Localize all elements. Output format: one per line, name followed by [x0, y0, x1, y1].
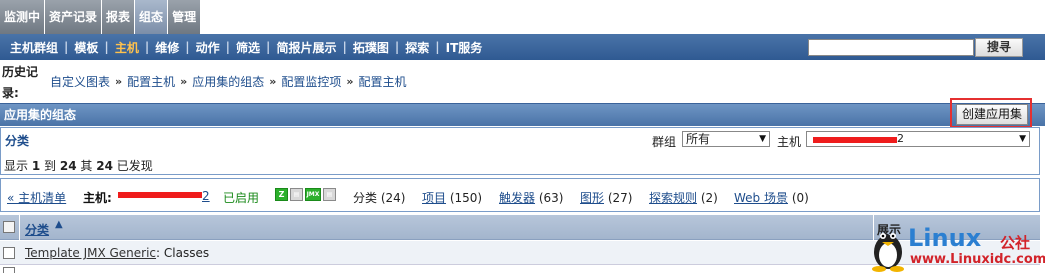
nav-host-groups[interactable]: 主机群组 [4, 39, 64, 56]
tab-administration[interactable]: 管理 [168, 0, 202, 34]
select-all-checkbox[interactable] [3, 221, 15, 233]
display-of-word: 其 [80, 159, 93, 173]
history-label: 历史记录: [2, 65, 39, 100]
tab-items-label[interactable]: 项目 [422, 191, 446, 205]
sort-ascending-icon: ▲ [55, 219, 63, 230]
crumb-separator: » [115, 75, 123, 88]
watermark-url: www.Linuxidc.com [910, 252, 1045, 267]
nav-slide-shows[interactable]: 简报片展示 [270, 39, 342, 56]
tab-triggers[interactable]: 触发器 (63) [499, 189, 563, 206]
display-to: 24 [59, 159, 77, 173]
tab-graphs-label[interactable]: 图形 [580, 191, 604, 205]
tab-monitoring[interactable]: 监测中 [0, 0, 46, 34]
tab-applications[interactable]: 分类 (24) [353, 189, 405, 206]
ipmi-status-icon: ▤ [323, 188, 336, 201]
crumb-custom-graphs[interactable]: 自定义图表 [50, 73, 110, 90]
display-total: 24 [96, 159, 113, 173]
crumb-config-hosts[interactable]: 配置主机 [127, 73, 175, 90]
host-enabled-status[interactable]: 已启用 [223, 189, 259, 206]
create-application-button[interactable]: 创建应用集 [956, 104, 1028, 125]
filter-title[interactable]: 分类 [5, 132, 29, 149]
watermark: Linux 公社 www.Linuxidc.com [868, 222, 1045, 273]
nav-actions[interactable]: 动作 [190, 39, 226, 56]
watermark-brand: Linux [908, 224, 982, 252]
row-checkbox[interactable] [3, 267, 15, 273]
section-title: 应用集的组态 [4, 108, 77, 122]
jmx-status-icon: JMX [305, 188, 321, 201]
search-input[interactable] [808, 39, 974, 56]
column-header-application[interactable]: 分类 [25, 221, 49, 238]
filter-panel: 分类 显示 1 到 24 其 24 已发现 群组 所有 ▼ 主机 2 ▼ [0, 127, 1040, 175]
host-redaction [813, 137, 897, 143]
tab-applications-label: 分类 [353, 191, 378, 205]
group-select-value: 所有 [686, 132, 711, 146]
zabbix-agent-status-icon: Z [275, 188, 288, 201]
tab-discovery-rules-count: (2) [700, 191, 718, 205]
host-name-redaction [118, 192, 202, 198]
crumb-separator: » [346, 75, 354, 88]
tab-web-scenarios-label[interactable]: Web 场景 [734, 191, 788, 205]
section-header: 应用集的组态 [0, 103, 1045, 126]
crumb-config-hosts-2[interactable]: 配置主机 [359, 73, 407, 90]
tab-graphs[interactable]: 图形 (27) [580, 189, 632, 206]
top-tabs: 监测中 资产记录 报表 组态 管理 [0, 0, 202, 34]
nav-discovery[interactable]: 探索 [399, 39, 435, 56]
tab-graphs-count: (27) [607, 191, 633, 205]
group-label: 群组 [652, 135, 677, 149]
tab-web-scenarios[interactable]: Web 场景 (0) [734, 189, 809, 206]
tab-inventory[interactable]: 资产记录 [45, 0, 103, 34]
nav-maps[interactable]: 拓璞图 [347, 39, 395, 56]
display-to-word: 到 [44, 159, 57, 173]
watermark-cn: 公社 [1000, 234, 1031, 252]
tab-reports[interactable]: 报表 [102, 0, 136, 34]
crumb-applications[interactable]: 应用集的组态 [192, 73, 264, 90]
host-bar: « 主机清单 主机: 2 已启用 Z ▤ JMX ▤ 分类 (24) 项目 (1… [0, 178, 1040, 212]
column-divider [19, 215, 20, 240]
host-label: 主机: [83, 191, 112, 205]
host-name-link[interactable]: 2 [202, 189, 210, 203]
host-label: 主机 [777, 135, 802, 149]
nav-it-services[interactable]: IT服务 [440, 39, 489, 56]
tab-triggers-count: (63) [538, 191, 564, 205]
host-select[interactable]: 2 ▼ [806, 131, 1030, 147]
display-info: 显示 1 到 24 其 24 已发现 [4, 157, 153, 174]
crumb-separator: » [269, 75, 277, 88]
host-select-value: 2 [897, 132, 904, 145]
crumb-config-items[interactable]: 配置监控项 [281, 73, 341, 90]
nav-screens[interactable]: 筛选 [230, 39, 266, 56]
dropdown-arrow-icon: ▼ [759, 134, 766, 144]
tab-triggers-label[interactable]: 触发器 [499, 191, 535, 205]
nav-hosts[interactable]: 主机 [109, 39, 145, 56]
tab-items-count: (150) [449, 191, 483, 205]
host-list-link[interactable]: « 主机清单 [7, 189, 66, 206]
breadcrumb: 自定义图表 » 配置主机 » 应用集的组态 » 配置监控项 » 配置主机 [50, 73, 407, 90]
tab-configuration[interactable]: 组态 [135, 0, 169, 34]
tab-web-scenarios-count: (0) [791, 191, 809, 205]
row-application-name: : Classes [156, 246, 210, 260]
row-template-link[interactable]: Template JMX Generic [25, 246, 156, 260]
snmp-status-icon: ▤ [290, 188, 303, 201]
nav-templates[interactable]: 模板 [68, 39, 104, 56]
display-suffix: 已发现 [116, 159, 153, 173]
tux-logo-icon [872, 233, 904, 272]
tab-applications-count: (24) [380, 191, 406, 205]
search-button[interactable]: 搜寻 [975, 38, 1023, 57]
display-prefix: 显示 [4, 159, 29, 173]
nav-maintenance[interactable]: 维修 [149, 39, 185, 56]
display-from: 1 [31, 159, 41, 173]
dropdown-arrow-icon: ▼ [1019, 134, 1026, 144]
row-application: Template JMX Generic: Classes [25, 246, 209, 260]
group-select[interactable]: 所有 ▼ [682, 131, 770, 147]
tab-discovery-rules[interactable]: 探索规则 (2) [649, 189, 718, 206]
tab-items[interactable]: 项目 (150) [422, 189, 482, 206]
row-checkbox[interactable] [3, 247, 15, 259]
tab-discovery-rules-label[interactable]: 探索规则 [649, 191, 697, 205]
crumb-separator: » [180, 75, 188, 88]
